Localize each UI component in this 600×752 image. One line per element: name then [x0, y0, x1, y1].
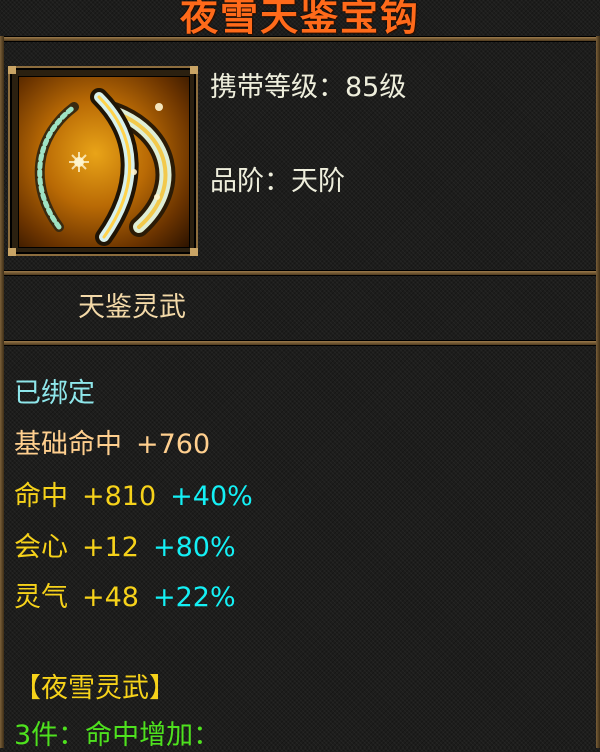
carry-level-label: 携带等级：	[210, 72, 345, 103]
left-border	[0, 36, 4, 748]
stat-base-name: 基础命中	[14, 429, 122, 460]
mid-divider-1	[0, 270, 600, 276]
stat-percent: +22%	[152, 582, 236, 613]
stat-base-value: +760	[136, 429, 211, 460]
stat-line: 命中 +810 +40%	[14, 481, 253, 513]
stat-name: 会心	[14, 532, 68, 563]
golden-hook-weapon-icon	[18, 76, 190, 248]
bound-status: 已绑定	[14, 378, 95, 409]
item-grade-value: 天阶	[291, 166, 345, 197]
mid-divider-2	[0, 340, 600, 346]
stat-line: 灵气 +48 +22%	[14, 582, 236, 614]
stat-value: +48	[82, 582, 139, 613]
top-divider	[0, 36, 600, 42]
item-type: 天鉴灵武	[78, 292, 186, 323]
stat-value: +810	[82, 481, 157, 512]
carry-level: 携带等级：85级	[210, 72, 406, 104]
carry-level-value: 85级	[345, 72, 407, 103]
stat-value: +12	[82, 532, 139, 563]
item-grade-label: 品阶：	[210, 166, 291, 197]
right-border	[596, 36, 600, 748]
stat-name: 命中	[14, 481, 68, 512]
stat-name: 灵气	[14, 582, 68, 613]
item-icon-frame	[8, 66, 198, 256]
item-title: 夜雪天鉴宝钩	[179, 0, 420, 39]
stat-line: 会心 +12 +80%	[14, 532, 236, 564]
stat-base: 基础命中 +760	[14, 429, 210, 461]
set-name: 【夜雪灵武】	[14, 673, 176, 704]
set-bonus: 3件：命中增加：	[14, 720, 221, 751]
item-grade: 品阶：天阶	[210, 166, 345, 198]
stat-percent: +40%	[170, 481, 253, 512]
item-tooltip: 夜雪天鉴宝钩 携带等级：85级 品阶：天阶 天鉴灵武 已绑定 基础命中 +760…	[0, 0, 600, 751]
stat-percent: +80%	[152, 532, 236, 563]
